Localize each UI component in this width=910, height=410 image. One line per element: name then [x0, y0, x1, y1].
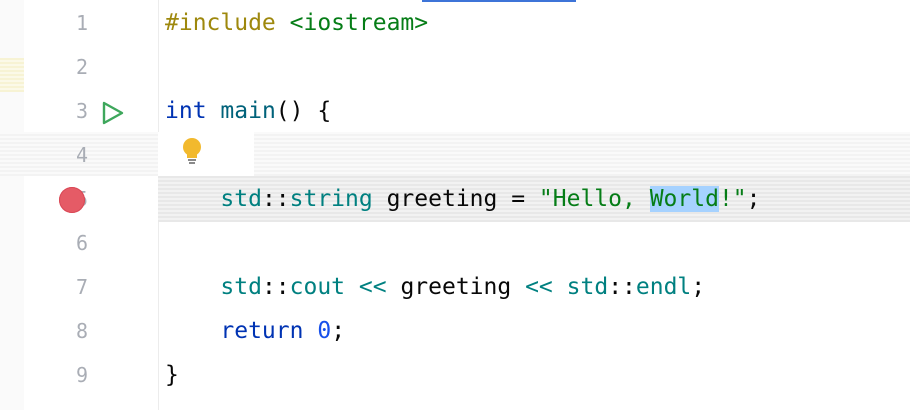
line-number: 6 — [75, 231, 88, 255]
code-text[interactable]: return 0; — [165, 318, 345, 344]
lightbulb-icon[interactable] — [180, 136, 204, 166]
token-semicolon: ; — [331, 318, 346, 344]
token-namespace: std — [220, 274, 262, 300]
token-text: greeting = — [372, 186, 539, 212]
code-line-8[interactable]: 8 return 0; — [0, 310, 910, 354]
line-number: 3 — [75, 99, 88, 123]
line-number: 7 — [75, 275, 88, 299]
token-operator: << — [525, 274, 553, 300]
token-namespace: std — [220, 186, 262, 212]
token-cout: cout — [289, 274, 346, 300]
code-line-9[interactable]: 9 } — [0, 354, 910, 398]
token-preprocessor: #include — [165, 10, 276, 36]
line-number: 2 — [75, 55, 88, 79]
code-editor[interactable]: 1 #include <iostream> 2 3 int main() { 4… — [0, 0, 910, 410]
token-brace: } — [165, 362, 179, 388]
line-number: 1 — [75, 11, 88, 35]
token-include-path: <iostream> — [289, 10, 429, 36]
code-line-2[interactable]: 2 — [0, 46, 910, 90]
code-line-3[interactable]: 3 int main() { — [0, 90, 910, 134]
line-number: 4 — [75, 143, 88, 167]
code-text[interactable]: int main() { — [165, 98, 331, 124]
code-text[interactable]: std::cout << greeting << std::endl; — [165, 274, 705, 300]
code-line-1[interactable]: 1 #include <iostream> — [0, 2, 910, 46]
token-keyword: int — [165, 98, 207, 124]
token-semicolon: ; — [691, 274, 706, 300]
run-gutter-icon[interactable] — [100, 100, 126, 126]
token-scope: :: — [608, 274, 636, 300]
token-scope: :: — [261, 274, 290, 300]
token-namespace: std — [566, 274, 609, 300]
token-type: string — [289, 186, 373, 212]
breakpoint-icon[interactable] — [59, 187, 85, 213]
token-number: 0 — [317, 318, 332, 344]
selected-text[interactable]: World — [649, 186, 719, 212]
token-scope: :: — [261, 186, 290, 212]
token-string: "Hello, — [538, 186, 650, 212]
code-line-4[interactable]: 4 — [0, 134, 910, 178]
line-number: 9 — [75, 363, 88, 387]
code-line-7[interactable]: 7 std::cout << greeting << std::endl; — [0, 266, 910, 310]
token-text: greeting — [386, 274, 526, 300]
code-line-5[interactable]: 5 std::string greeting = "Hello, World!"… — [0, 178, 910, 222]
token-string-end: !" — [718, 186, 747, 212]
token-punct: () { — [275, 98, 332, 124]
code-text[interactable]: } — [165, 362, 179, 388]
token-function: main — [220, 98, 276, 124]
code-text[interactable]: #include <iostream> — [165, 10, 428, 36]
token-endl: endl — [635, 274, 692, 300]
line-number: 8 — [75, 319, 88, 343]
code-text[interactable]: std::string greeting = "Hello, World!"; — [165, 186, 761, 212]
code-line-6[interactable]: 6 — [0, 222, 910, 266]
token-operator: << — [358, 274, 387, 300]
token-keyword: return — [220, 318, 304, 344]
token-semicolon: ; — [746, 186, 761, 212]
